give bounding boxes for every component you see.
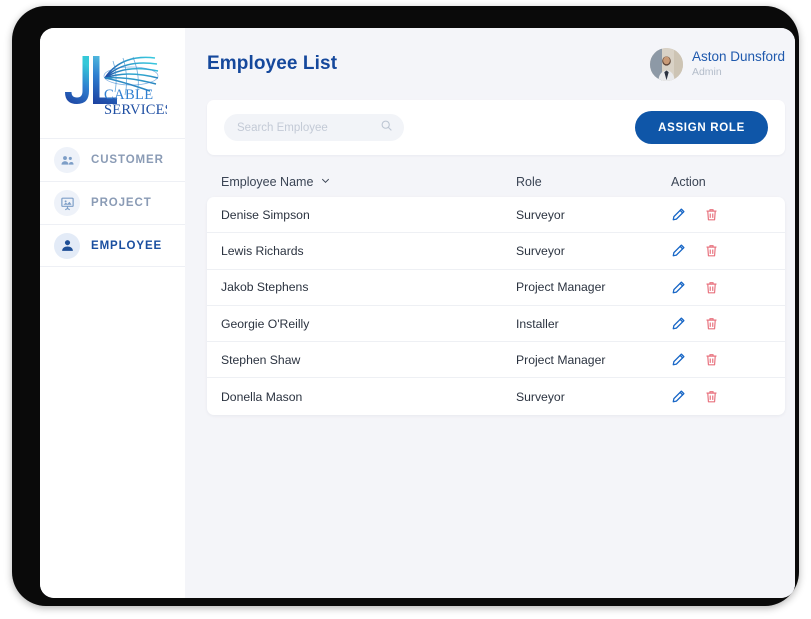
user-name: Aston Dunsford [691,49,785,64]
column-header-label: Employee Name [221,175,314,189]
table-row: Georgie O'Reilly Installer [207,306,785,343]
employee-table: Employee Name Role Action Denise Simpson… [207,167,785,415]
sidebar-item-label: EMPLOYEE [91,239,163,252]
cell-employee-name: Denise Simpson [221,207,310,222]
topbar: Employee List Aston Dunsford Admin [207,28,785,100]
table-row: Jakob Stephens Project Manager [207,270,785,306]
svg-text:CABLE: CABLE [104,87,154,103]
chevron-down-icon[interactable] [320,175,331,189]
trash-delete-icon[interactable] [704,352,719,367]
svg-text:SERVICES: SERVICES [104,102,167,118]
column-header-action: Action [671,175,706,189]
user-role: Admin [691,65,722,78]
table-row: Stephen Shaw Project Manager [207,342,785,379]
column-header-employee-name[interactable]: Employee Name [221,175,516,189]
main-content: Employee List Aston Dunsford Admin Searc… [185,28,795,598]
cell-action [671,207,771,222]
cell-employee-name: Lewis Richards [221,243,304,258]
cell-role: Project Manager [516,280,606,295]
sidebar-item-employee[interactable]: EMPLOYEE [40,224,185,267]
cell-role: Surveyor [516,389,565,404]
person-icon [54,232,80,259]
table-row: Denise Simpson Surveyor [207,197,785,234]
sidebar-item-label: PROJECT [91,197,152,209]
avatar [649,47,683,81]
presentation-board-icon [54,190,80,216]
cell-role: Surveyor [516,243,565,258]
pencil-edit-icon[interactable] [671,316,686,331]
trash-delete-icon[interactable] [704,316,719,331]
device-bezel: CABLE SERVICES CUSTOMER PROJECT EMPLOYEE… [12,6,799,606]
sidebar-item-project[interactable]: PROJECT [40,181,185,224]
cell-employee-name: Georgie O'Reilly [221,316,310,331]
app-screen: CABLE SERVICES CUSTOMER PROJECT EMPLOYEE… [40,28,795,598]
cell-action [671,389,771,404]
cell-action [671,280,771,295]
brand-logo: CABLE SERVICES [40,28,185,138]
cell-action [671,352,771,367]
cell-role: Project Manager [516,352,606,367]
sidebar-item-customer[interactable]: CUSTOMER [40,138,185,181]
cell-employee-name: Jakob Stephens [221,280,309,295]
assign-role-button[interactable]: ASSIGN ROLE [635,111,768,144]
toolbar-card: ASSIGN ROLE [207,100,785,155]
column-header-role: Role [516,175,542,189]
sidebar-item-label: CUSTOMER [91,154,164,166]
search-icon[interactable] [380,119,393,137]
pencil-edit-icon[interactable] [671,207,686,222]
table-row: Lewis Richards Surveyor [207,233,785,270]
trash-delete-icon[interactable] [704,243,719,258]
cell-employee-name: Stephen Shaw [221,352,301,367]
pencil-edit-icon[interactable] [671,280,686,295]
cell-employee-name: Donella Mason [221,389,303,404]
table-header-row: Employee Name Role Action [207,167,785,197]
search-input[interactable] [235,120,369,135]
people-group-icon [54,147,80,173]
jl-cable-services-logo-icon: CABLE SERVICES [64,56,167,118]
pencil-edit-icon[interactable] [671,243,686,258]
trash-delete-icon[interactable] [704,207,719,222]
search-box[interactable] [224,114,404,141]
page-title: Employee List [207,53,338,74]
trash-delete-icon[interactable] [704,389,719,404]
cell-role: Installer [516,316,559,331]
user-text: Aston Dunsford Admin [692,49,785,79]
trash-delete-icon[interactable] [704,280,719,295]
pencil-edit-icon[interactable] [671,389,686,404]
sidebar: CABLE SERVICES CUSTOMER PROJECT EMPLOYEE [40,28,185,598]
table-row: Donella Mason Surveyor [207,378,785,414]
user-photo-avatar [649,47,683,81]
cell-action [671,243,771,258]
pencil-edit-icon[interactable] [671,352,686,367]
table-body: Denise Simpson Surveyor Lewis Richards Surv… [207,197,785,415]
cell-role: Surveyor [516,207,565,222]
user-profile-chip[interactable]: Aston Dunsford Admin [649,47,785,81]
cell-action [671,316,771,331]
